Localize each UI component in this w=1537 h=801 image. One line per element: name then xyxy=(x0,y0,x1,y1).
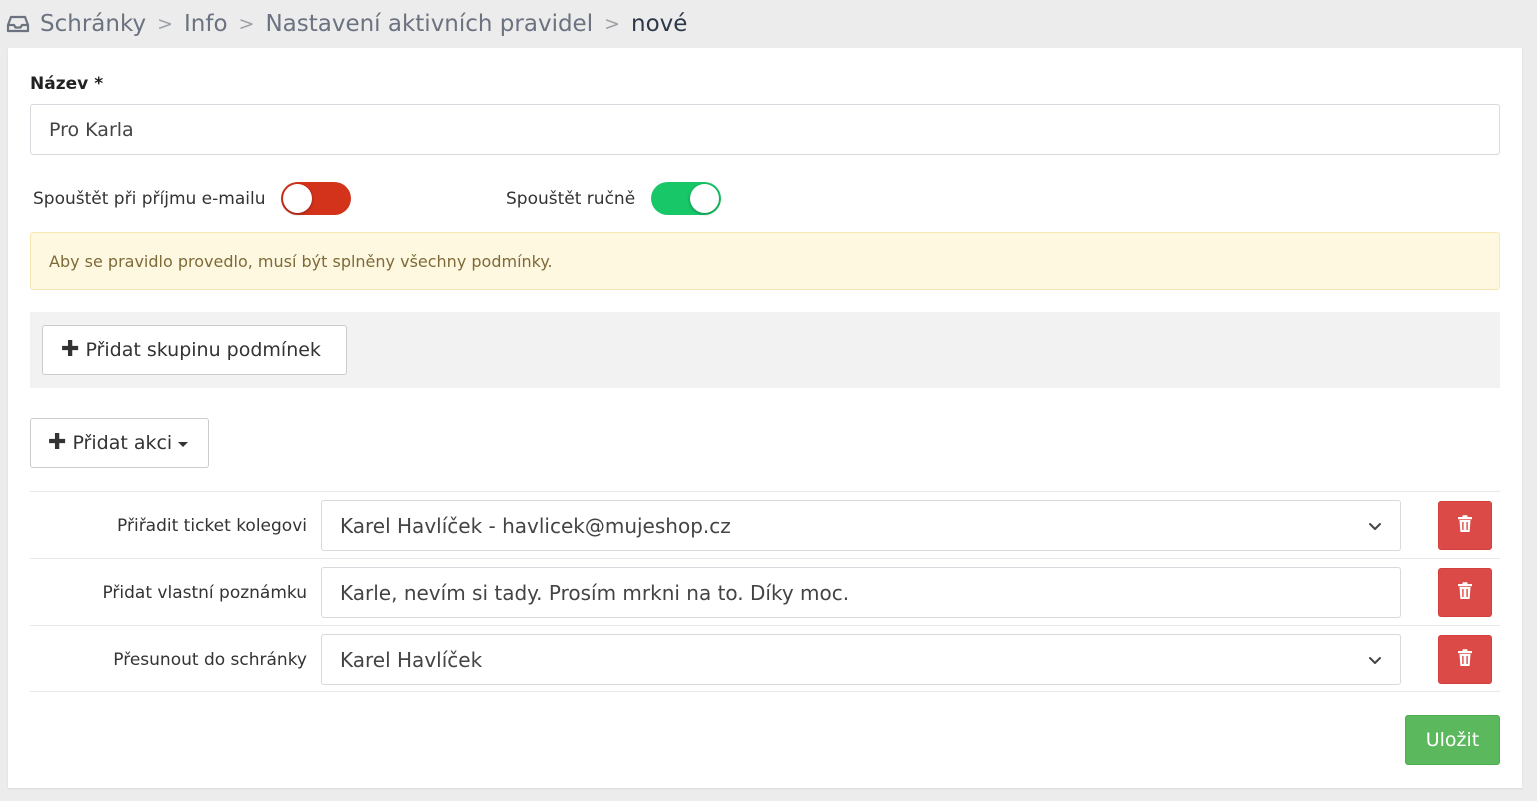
chevron-down-icon xyxy=(1368,653,1382,667)
rule-form-panel: Název* Spouštět při příjmu e-mailu Spouš… xyxy=(8,48,1522,788)
action-label: Přidat vlastní poznámku xyxy=(102,582,307,603)
conditions-group: ✚ Přidat skupinu podmínek xyxy=(30,312,1500,388)
custom-note-input[interactable]: Karle, nevím si tady. Prosím mrkni na to… xyxy=(321,567,1401,618)
add-action-button[interactable]: ✚ Přidat akci xyxy=(30,418,209,468)
toggle-email-row: Spouštět při příjmu e-mailu xyxy=(33,182,352,215)
action-label: Přiřadit ticket kolegovi xyxy=(117,515,307,536)
delete-action-button[interactable] xyxy=(1438,568,1492,617)
add-condition-group-button[interactable]: ✚ Přidat skupinu podmínek xyxy=(42,325,347,375)
breadcrumb-item-rules[interactable]: Nastavení aktivních pravidel xyxy=(265,11,593,37)
action-row: Přidat vlastní poznámku Karle, nevím si … xyxy=(30,558,1500,625)
inbox-icon xyxy=(6,12,30,36)
trash-icon xyxy=(1457,581,1473,604)
select-value: Karel Havlíček - havlicek@mujeshop.cz xyxy=(340,513,731,538)
breadcrumb-current: nové xyxy=(631,11,688,37)
move-to-mailbox-select[interactable]: Karel Havlíček xyxy=(321,634,1401,685)
action-label: Přesunout do schránky xyxy=(113,649,307,670)
plus-icon: ✚ xyxy=(61,337,80,362)
toggle-knob xyxy=(283,184,313,213)
select-value: Karel Havlíček xyxy=(340,647,483,672)
toggle-manual-label: Spouštět ručně xyxy=(506,188,636,209)
breadcrumb-separator: > xyxy=(238,13,255,35)
alert-text: Aby se pravidlo provedlo, musí být splně… xyxy=(49,251,553,271)
toggle-run-on-email[interactable] xyxy=(281,182,352,215)
assign-colleague-select[interactable]: Karel Havlíček - havlicek@mujeshop.cz xyxy=(321,500,1401,551)
trash-icon xyxy=(1457,514,1473,537)
toggle-knob xyxy=(690,184,720,213)
name-input[interactable] xyxy=(30,104,1500,155)
breadcrumb-item-mailboxes[interactable]: Schránky xyxy=(40,11,146,37)
add-action-label: Přidat akci xyxy=(72,432,173,454)
toggle-manual-row: Spouštět ručně xyxy=(506,182,722,215)
plus-icon: ✚ xyxy=(48,430,67,455)
trash-icon xyxy=(1457,648,1473,671)
name-label-text: Název xyxy=(30,74,89,94)
caret-down-icon xyxy=(178,442,189,447)
conditions-alert: Aby se pravidlo provedlo, musí být splně… xyxy=(30,232,1500,290)
action-row: Přesunout do schránky Karel Havlíček xyxy=(30,625,1500,692)
toggle-run-manually[interactable] xyxy=(651,182,722,215)
breadcrumb-separator: > xyxy=(604,13,621,35)
action-row: Přiřadit ticket kolegovi Karel Havlíček … xyxy=(30,491,1500,558)
delete-action-button[interactable] xyxy=(1438,501,1492,550)
input-value: Karle, nevím si tady. Prosím mrkni na to… xyxy=(340,580,850,605)
delete-action-button[interactable] xyxy=(1438,635,1492,684)
toggle-email-label: Spouštět při příjmu e-mailu xyxy=(33,188,266,209)
name-label: Název * xyxy=(30,74,103,94)
save-button[interactable]: Uložit xyxy=(1405,715,1500,765)
breadcrumb-item-info[interactable]: Info xyxy=(184,11,228,37)
breadcrumb: Schránky > Info > Nastavení aktivních pr… xyxy=(6,8,687,40)
chevron-down-icon xyxy=(1368,519,1382,533)
required-mark: * xyxy=(94,74,104,94)
breadcrumb-separator: > xyxy=(157,13,173,35)
add-condition-group-label: Přidat skupinu podmínek xyxy=(85,339,321,361)
